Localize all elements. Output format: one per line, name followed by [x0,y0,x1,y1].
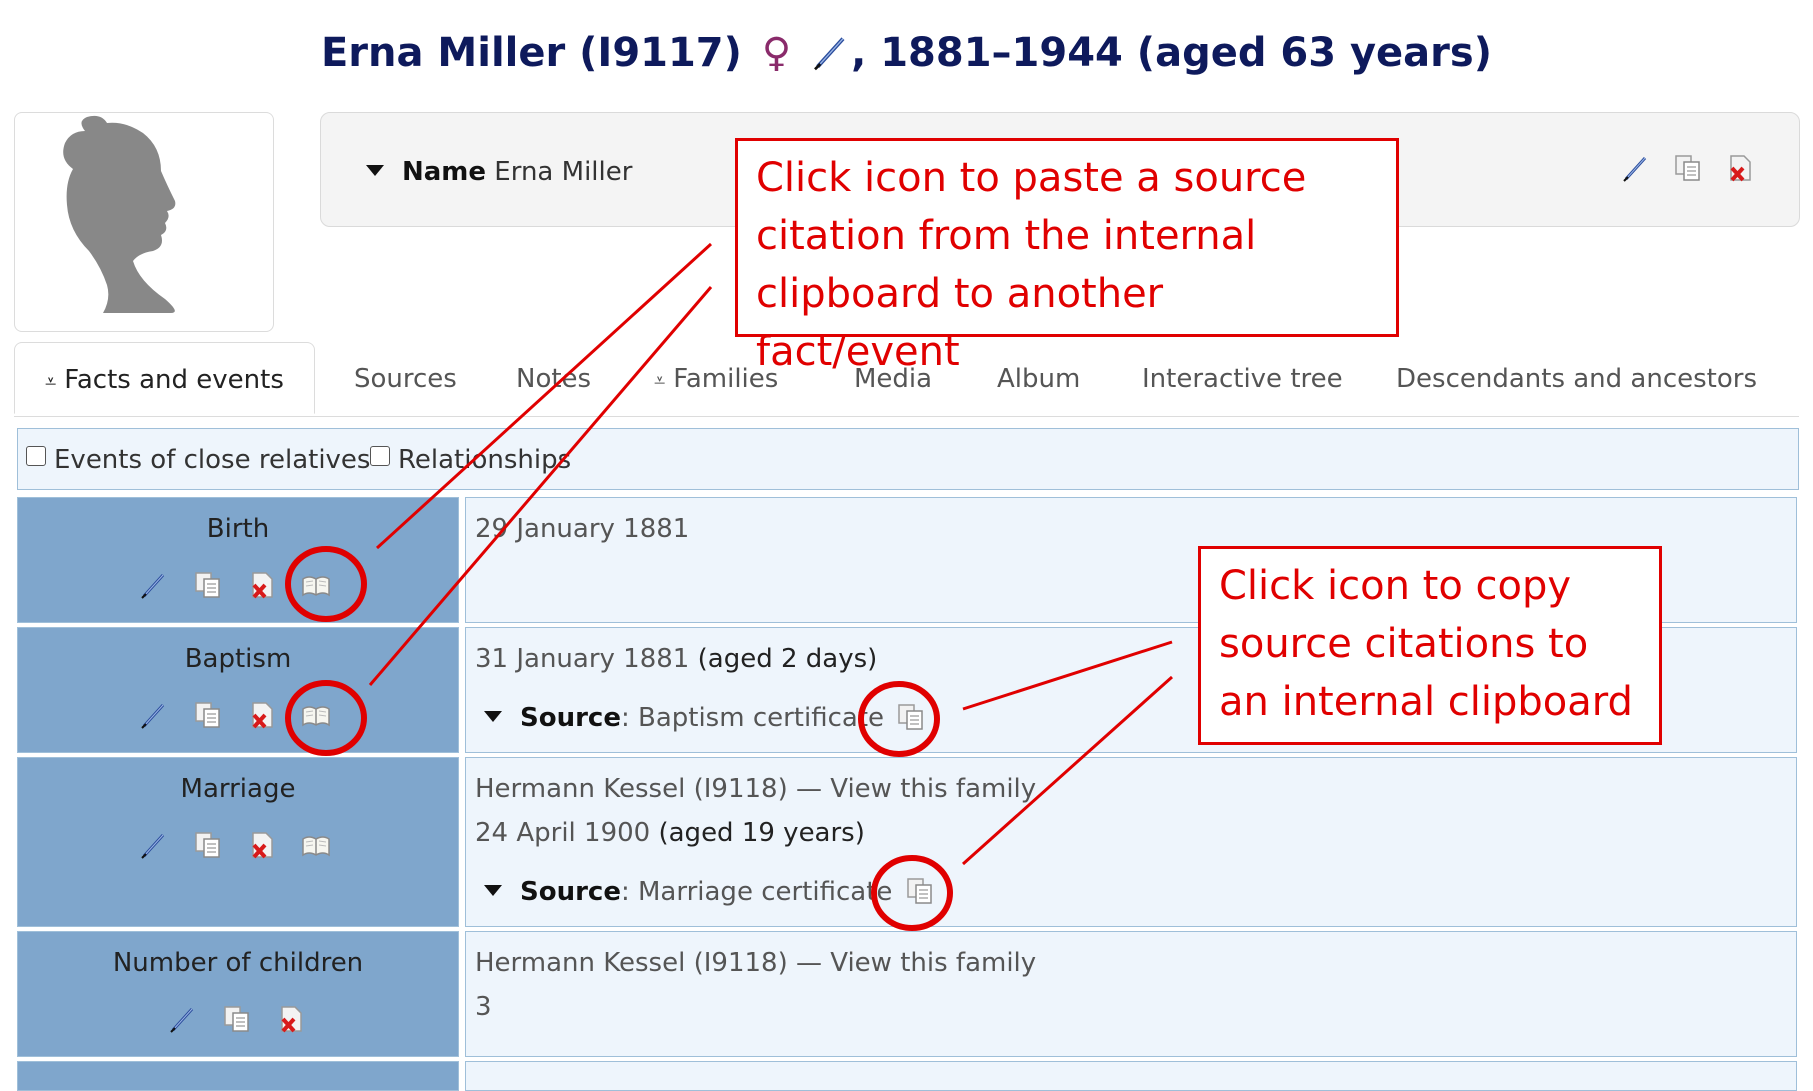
copy-annotation: Click icon to copy source citations to a… [1198,546,1662,745]
annotation-pointer-line [368,286,713,686]
highlight-circle [858,681,940,757]
highlight-circle [871,855,953,931]
highlight-circle [285,546,367,622]
annotation-pointer-line [962,640,1173,711]
paste-annotation: Click icon to paste a source citation fr… [735,138,1399,375]
annotation-pointer-line [961,675,1174,866]
annotation-pointer-line [375,242,713,550]
highlight-circle [285,680,367,756]
